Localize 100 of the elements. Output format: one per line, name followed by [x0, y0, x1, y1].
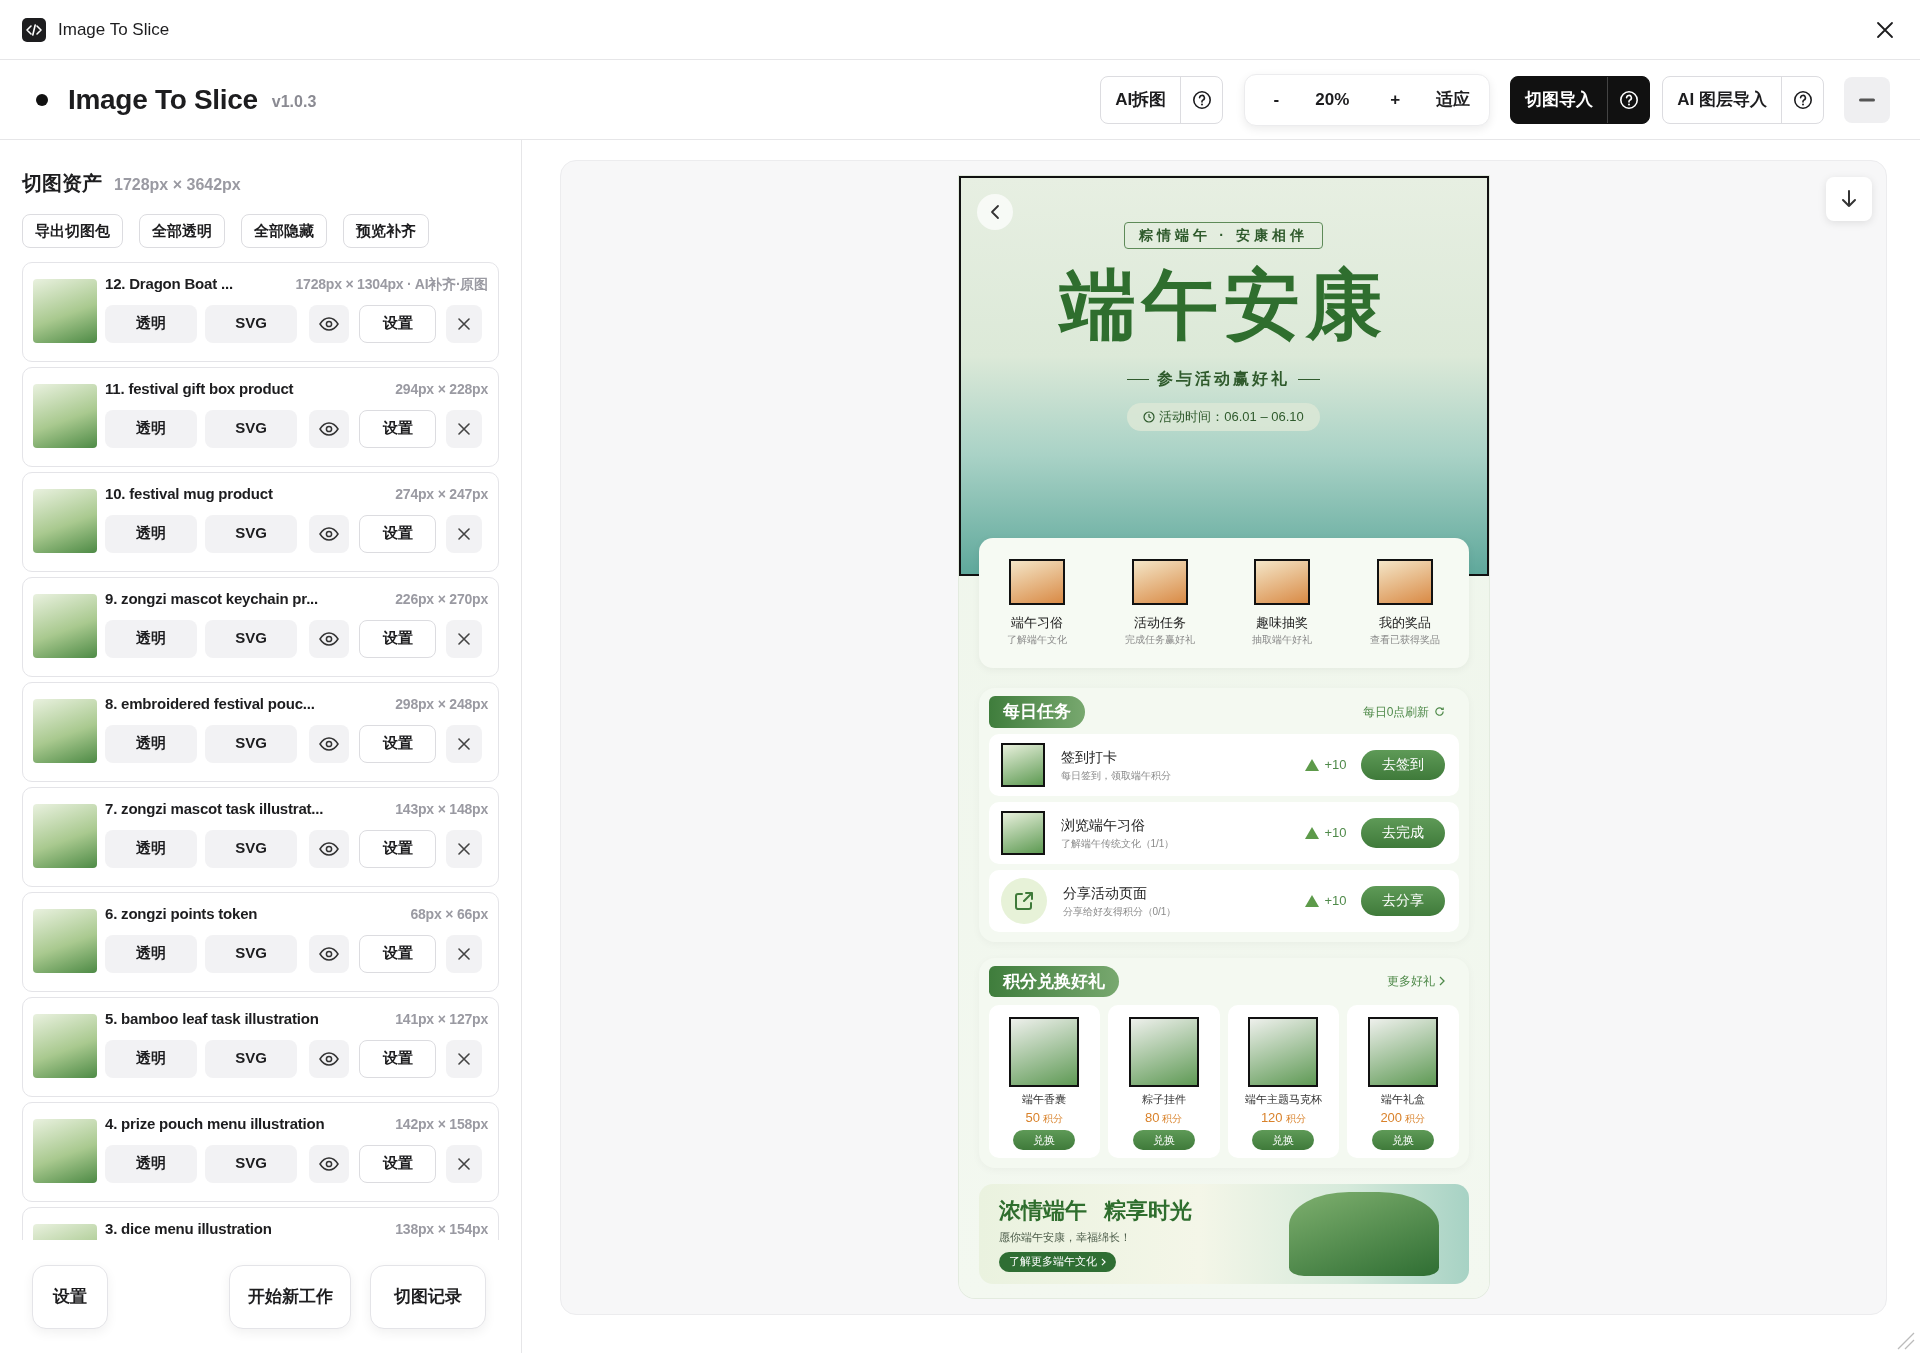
settings-button[interactable]: 设置 — [32, 1264, 108, 1329]
asset-card[interactable]: 9. zongzi mascot keychain pr... 226px × 270px 透明 SVG 设置 — [22, 577, 499, 677]
asset-card[interactable]: 10. festival mug product 274px × 247px 透明 SVG 设置 — [22, 472, 499, 572]
delete-button[interactable] — [446, 619, 482, 658]
transparent-button[interactable]: 透明 — [105, 1144, 197, 1183]
visibility-button[interactable] — [309, 514, 349, 553]
menu-title[interactable]: 活动任务 — [1133, 612, 1186, 633]
delete-button[interactable] — [446, 514, 482, 553]
zoom-in-button[interactable]: + — [1365, 85, 1426, 114]
settings-button[interactable]: 设置 — [359, 934, 436, 973]
visibility-button[interactable] — [309, 934, 349, 973]
visibility-button[interactable] — [309, 409, 349, 448]
visibility-button[interactable] — [309, 1039, 349, 1078]
task-button[interactable]: 去完成 — [1360, 817, 1445, 848]
settings-button[interactable]: 设置 — [359, 1144, 436, 1183]
asset-card[interactable]: 7. zongzi mascot task illustrat... 143px × 148px 透明 SVG 设置 — [22, 787, 499, 887]
redeem-button[interactable]: 兑换 — [1371, 1130, 1434, 1150]
redeem-button[interactable]: 兑换 — [1252, 1130, 1315, 1150]
svg-button[interactable]: SVG — [205, 409, 297, 448]
transparent-button[interactable]: 透明 — [105, 304, 197, 343]
delete-button[interactable] — [446, 409, 482, 448]
menu-image — [1254, 558, 1311, 605]
delete-button[interactable] — [446, 1144, 482, 1183]
svg-button[interactable]: SVG — [205, 619, 297, 658]
visibility-button[interactable] — [309, 829, 349, 868]
delete-button[interactable] — [446, 829, 482, 868]
asset-card[interactable]: 4. prize pouch menu illustration 142px × 158px 透明 SVG 设置 — [22, 1102, 499, 1202]
minimize-button[interactable] — [1844, 76, 1890, 123]
redeem-button[interactable]: 兑换 — [1013, 1130, 1076, 1150]
settings-button[interactable]: 设置 — [359, 619, 436, 658]
settings-button[interactable]: 设置 — [359, 514, 436, 553]
svg-button[interactable]: SVG — [205, 1144, 297, 1183]
asset-card[interactable]: 5. bamboo leaf task illustration 141px × 127px 透明 SVG 设置 — [22, 997, 499, 1097]
settings-button[interactable]: 设置 — [359, 829, 436, 868]
settings-button[interactable]: 设置 — [359, 409, 436, 448]
delete-button[interactable] — [446, 304, 482, 343]
asset-card[interactable]: 6. zongzi points token 68px × 66px 透明 SVG 设置 — [22, 892, 499, 992]
asset-size: 68px × 66px — [410, 904, 488, 924]
back-button[interactable] — [976, 194, 1013, 230]
banner-tagline: 粽情端午 · 安康相伴 — [1124, 222, 1323, 249]
transparent-button[interactable]: 透明 — [105, 409, 197, 448]
zoom-out-button[interactable]: - — [1253, 85, 1300, 114]
close-icon — [458, 947, 470, 960]
action-button[interactable]: 全部隐藏 — [241, 214, 327, 248]
task-button[interactable]: 去分享 — [1360, 885, 1445, 916]
thumbnail-image — [33, 279, 97, 343]
svg-button[interactable]: SVG — [205, 724, 297, 763]
transparent-button[interactable]: 透明 — [105, 934, 197, 973]
transparent-button[interactable]: 透明 — [105, 514, 197, 553]
visibility-button[interactable] — [309, 619, 349, 658]
product-image — [1128, 1017, 1199, 1087]
menu-title[interactable]: 我的奖品 — [1378, 612, 1431, 633]
asset-name: 12. Dragon Boat ... — [105, 274, 233, 294]
asset-card[interactable]: 8. embroidered festival pouc... 298px × 248px 透明 SVG 设置 — [22, 682, 499, 782]
transparent-button[interactable]: 透明 — [105, 1039, 197, 1078]
asset-card[interactable]: 11. festival gift box product 294px × 228px 透明 SVG 设置 — [22, 367, 499, 467]
task-image — [1000, 810, 1045, 855]
close-icon — [458, 842, 470, 855]
minus-icon — [1859, 97, 1875, 102]
delete-button[interactable] — [446, 934, 482, 973]
thumbnail-image — [33, 909, 97, 973]
task-description: 分享给好友得积分（0/1） — [1062, 904, 1177, 919]
eye-icon — [319, 421, 339, 436]
promo-subtitle: 愿你端午安康，幸福绵长！ — [998, 1230, 1132, 1245]
svg-button[interactable]: SVG — [205, 829, 297, 868]
transparent-button[interactable]: 透明 — [105, 724, 197, 763]
svg-button[interactable]: SVG — [205, 304, 297, 343]
action-button[interactable]: 全部透明 — [139, 214, 225, 248]
asset-card[interactable]: 12. Dragon Boat ... 1728px × 1304px · AI补齐·原图 透明 SVG 设置 — [22, 262, 499, 362]
code-icon — [22, 17, 46, 42]
menu-title[interactable]: 端午习俗 — [1011, 612, 1064, 633]
menu-title[interactable]: 趣味抽奖 — [1256, 612, 1309, 633]
product-name: 端午礼盒 — [1380, 1092, 1425, 1107]
svg-button[interactable]: SVG — [205, 514, 297, 553]
fit-button[interactable]: 适应 — [1425, 85, 1482, 114]
svg-button[interactable]: SVG — [205, 1039, 297, 1078]
transparent-button[interactable]: 透明 — [105, 619, 197, 658]
action-button[interactable]: 导出切图包 — [22, 214, 123, 248]
transparent-button[interactable]: 透明 — [105, 829, 197, 868]
redeem-button[interactable]: 兑换 — [1132, 1130, 1195, 1150]
svg-button[interactable]: SVG — [205, 934, 297, 973]
settings-button[interactable]: 设置 — [359, 304, 436, 343]
task-image — [1000, 742, 1045, 787]
delete-button[interactable] — [446, 724, 482, 763]
settings-button[interactable]: 设置 — [359, 1039, 436, 1078]
action-button[interactable]: 预览补齐 — [343, 214, 429, 248]
visibility-button[interactable] — [309, 304, 349, 343]
section-title: 每日任务 — [988, 696, 1085, 728]
new-work-button[interactable]: 开始新工作 — [229, 1264, 351, 1329]
settings-button[interactable]: 设置 — [359, 724, 436, 763]
visibility-button[interactable] — [309, 724, 349, 763]
delete-button[interactable] — [446, 1039, 482, 1078]
task-button[interactable]: 去签到 — [1360, 749, 1445, 780]
visibility-button[interactable] — [309, 1144, 349, 1183]
history-button[interactable]: 切图记录 — [370, 1264, 486, 1329]
more-link[interactable]: 更多好礼 — [1386, 972, 1435, 991]
help-icon — [1191, 89, 1212, 110]
learn-more-button[interactable]: 了解更多端午文化 — [998, 1251, 1116, 1272]
close-icon — [458, 527, 470, 540]
download-button[interactable] — [1826, 177, 1872, 221]
